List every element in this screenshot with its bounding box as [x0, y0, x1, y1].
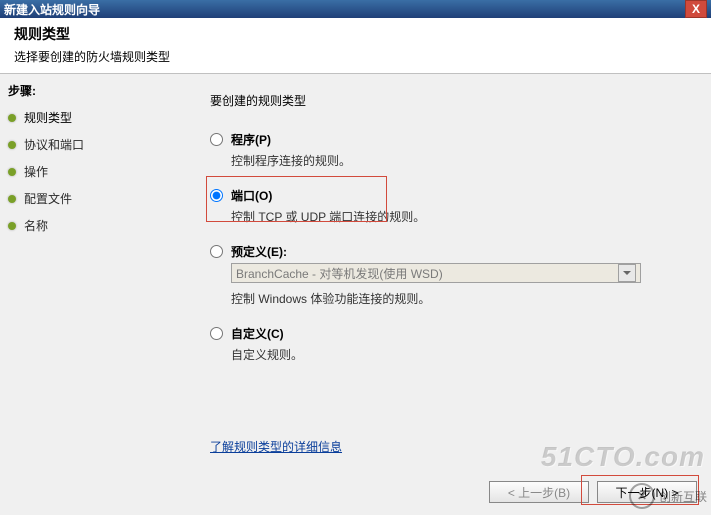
step-label: 操作: [24, 163, 48, 180]
option-port-row[interactable]: 端口(O): [210, 187, 693, 204]
radio-predefined[interactable]: [210, 245, 223, 258]
step-protocol-port[interactable]: 协议和端口: [8, 136, 184, 153]
help-link-row: 了解规则类型的详细信息: [210, 438, 342, 455]
option-predefined-label: 预定义(E):: [231, 243, 287, 260]
option-predefined: 预定义(E): BranchCache - 对等机发现(使用 WSD) 控制 W…: [210, 243, 693, 307]
option-custom-desc: 自定义规则。: [231, 346, 693, 363]
option-program-desc: 控制程序连接的规则。: [231, 152, 693, 169]
help-link[interactable]: 了解规则类型的详细信息: [210, 438, 342, 455]
step-label: 协议和端口: [24, 136, 84, 153]
chevron-down-icon: [618, 264, 636, 282]
next-button[interactable]: 下一步(N) >: [597, 481, 697, 503]
option-port-desc: 控制 TCP 或 UDP 端口连接的规则。: [231, 208, 693, 225]
step-bullet-icon: [8, 114, 16, 122]
button-bar: < 上一步(B) 下一步(N) >: [489, 481, 697, 503]
step-profile[interactable]: 配置文件: [8, 190, 184, 207]
wizard-header: 规则类型 选择要创建的防火墙规则类型: [0, 18, 711, 74]
option-predefined-row[interactable]: 预定义(E):: [210, 243, 693, 260]
step-label: 名称: [24, 217, 48, 234]
option-program-label: 程序(P): [231, 131, 271, 148]
option-program: 程序(P) 控制程序连接的规则。: [210, 131, 693, 169]
step-name[interactable]: 名称: [8, 217, 184, 234]
window-title: 新建入站规则向导: [4, 1, 685, 18]
steps-sidebar: 步骤: 规则类型 协议和端口 操作 配置文件 名称: [0, 74, 192, 515]
option-port-label: 端口(O): [231, 187, 272, 204]
step-bullet-icon: [8, 222, 16, 230]
step-label: 配置文件: [24, 190, 72, 207]
titlebar: 新建入站规则向导 X: [0, 0, 711, 18]
step-label: 规则类型: [24, 109, 72, 126]
content-pane: 要创建的规则类型 程序(P) 控制程序连接的规则。 端口(O) 控制 TCP 或…: [192, 74, 711, 515]
option-custom-label: 自定义(C): [231, 325, 284, 342]
close-button[interactable]: X: [685, 0, 707, 18]
step-bullet-icon: [8, 168, 16, 176]
page-title: 规则类型: [14, 24, 697, 44]
page-subtitle: 选择要创建的防火墙规则类型: [14, 48, 697, 65]
predefined-combo[interactable]: BranchCache - 对等机发现(使用 WSD): [231, 263, 641, 283]
option-custom-row[interactable]: 自定义(C): [210, 325, 693, 342]
back-button[interactable]: < 上一步(B): [489, 481, 589, 503]
close-icon: X: [692, 2, 700, 16]
step-bullet-icon: [8, 195, 16, 203]
option-predefined-desc: 控制 Windows 体验功能连接的规则。: [231, 290, 693, 307]
predefined-combo-value: BranchCache - 对等机发现(使用 WSD): [236, 265, 618, 282]
wizard-window: 新建入站规则向导 X 规则类型 选择要创建的防火墙规则类型 步骤: 规则类型 协…: [0, 0, 711, 515]
wizard-body: 步骤: 规则类型 协议和端口 操作 配置文件 名称 要创: [0, 74, 711, 515]
option-custom: 自定义(C) 自定义规则。: [210, 325, 693, 363]
radio-custom[interactable]: [210, 327, 223, 340]
step-rule-type[interactable]: 规则类型: [8, 109, 184, 126]
option-port: 端口(O) 控制 TCP 或 UDP 端口连接的规则。: [210, 187, 693, 225]
step-action[interactable]: 操作: [8, 163, 184, 180]
steps-heading: 步骤:: [8, 82, 184, 99]
step-bullet-icon: [8, 141, 16, 149]
radio-port[interactable]: [210, 189, 223, 202]
content-prompt: 要创建的规则类型: [210, 92, 693, 109]
radio-program[interactable]: [210, 133, 223, 146]
option-program-row[interactable]: 程序(P): [210, 131, 693, 148]
